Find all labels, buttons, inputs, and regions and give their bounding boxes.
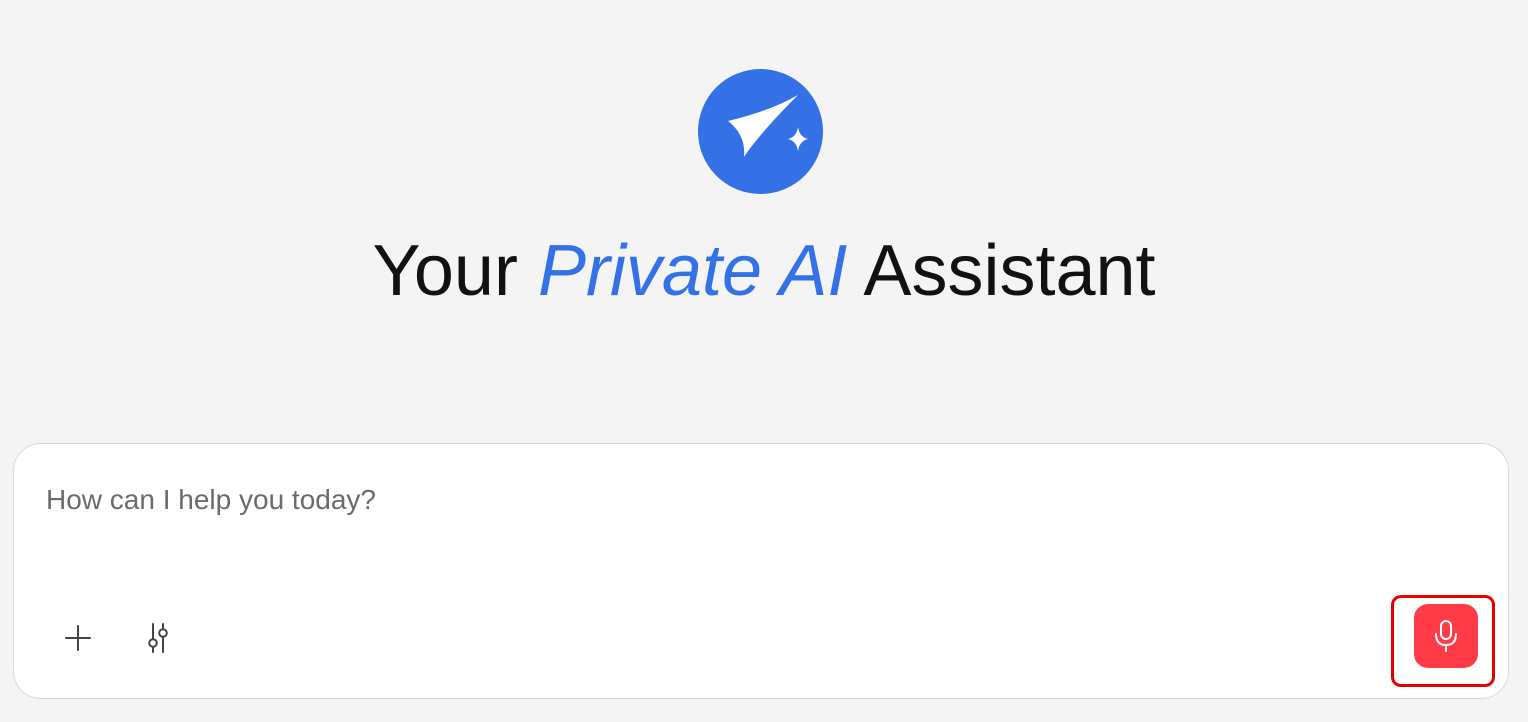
microphone-icon	[1435, 620, 1457, 652]
plus-icon	[65, 625, 91, 651]
sparkle-logo-icon	[698, 69, 823, 194]
sliders-icon	[148, 623, 168, 653]
voice-input-button[interactable]	[1414, 604, 1478, 668]
title-accent: Private AI	[537, 231, 848, 311]
page: Your Private AI Assistant	[0, 0, 1528, 722]
settings-button[interactable]	[136, 616, 180, 660]
add-attachment-button[interactable]	[56, 616, 100, 660]
prompt-input[interactable]	[46, 480, 1346, 520]
title-suffix: Assistant	[863, 231, 1156, 311]
title-prefix: Your	[372, 231, 518, 311]
page-title: Your Private AI Assistant	[0, 228, 1528, 314]
chat-composer	[13, 443, 1509, 699]
